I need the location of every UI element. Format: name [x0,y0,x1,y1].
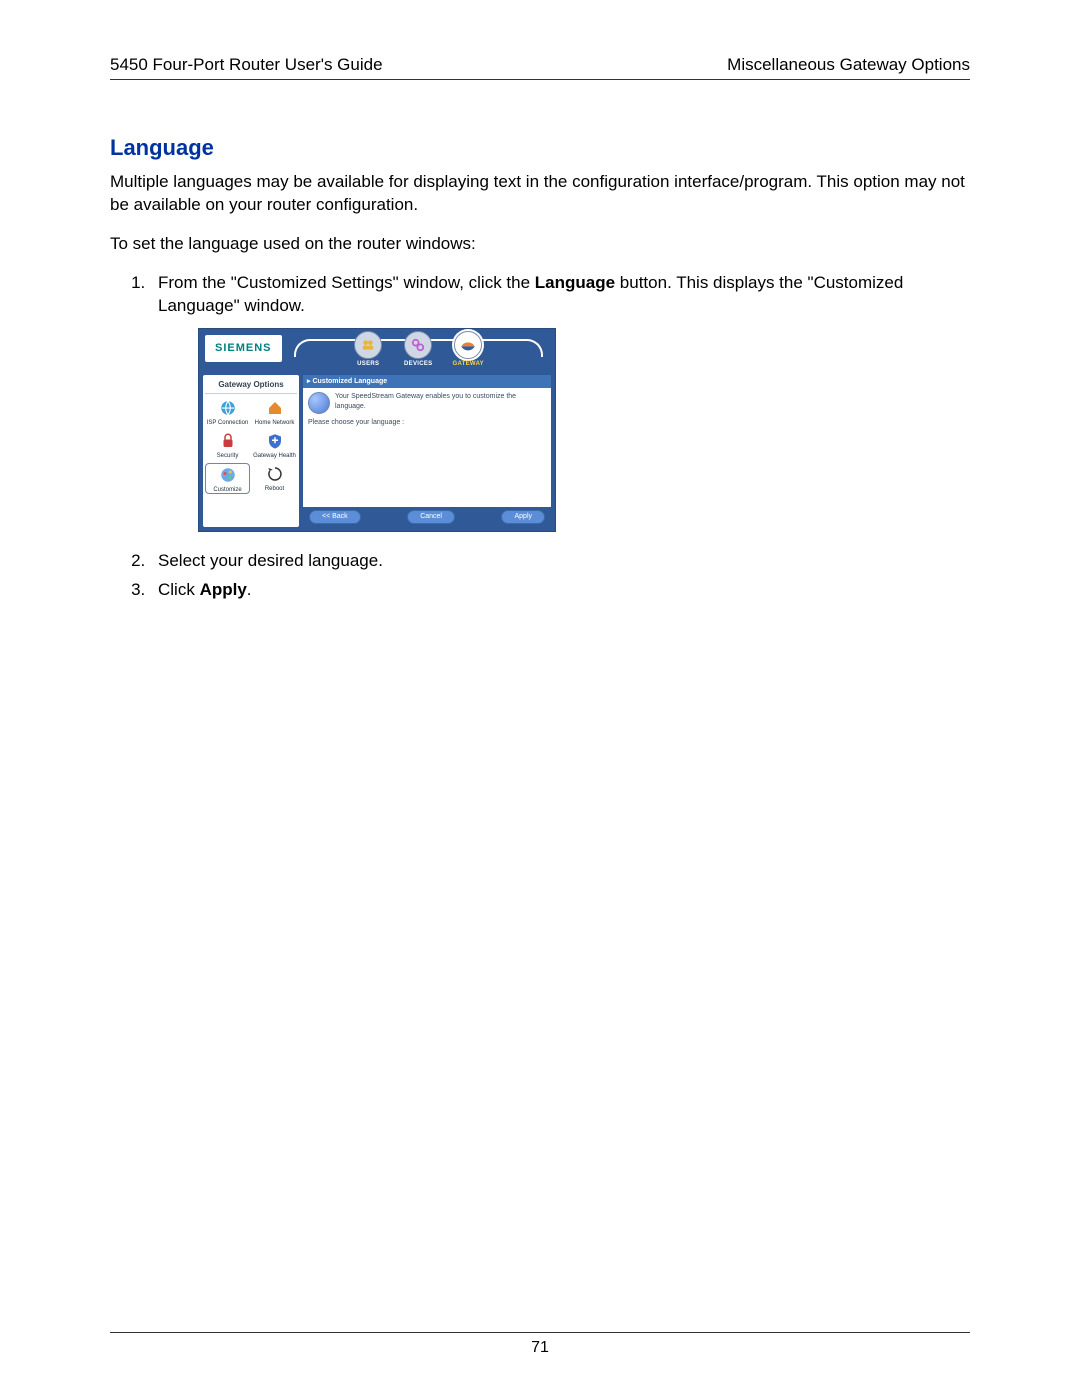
brand-logo: SIEMENS [205,335,282,362]
sidebar-item-customize[interactable]: Customize [205,463,250,495]
steps-list: From the "Customized Settings" window, c… [110,272,970,602]
intro-paragraph-2: To set the language used on the router w… [110,233,970,256]
top-nav: USERS DEVICES [282,331,555,368]
intro-paragraph-1: Multiple languages may be available for … [110,171,970,217]
isp-icon [217,397,239,419]
gateway-options-sidebar: Gateway Options ISP Connection Home Netw… [203,375,299,527]
back-button[interactable]: << Back [309,510,361,523]
tab-users[interactable]: USERS [346,331,390,368]
reboot-icon [264,463,286,485]
cancel-button[interactable]: Cancel [407,510,455,523]
header-right: Miscellaneous Gateway Options [727,55,970,75]
sidebar-item-health[interactable]: Gateway Health [252,430,297,460]
page-header: 5450 Four-Port Router User's Guide Misce… [110,55,970,80]
devices-icon [404,331,432,359]
page-number: 71 [531,1339,549,1356]
gateway-health-icon [264,430,286,452]
step-2: Select your desired language. [150,550,970,573]
sidebar-title: Gateway Options [205,378,297,395]
sidebar-item-home[interactable]: Home Network [252,397,297,427]
panel-intro-text: Your SpeedStream Gateway enables you to … [335,392,546,411]
panel-prompt: Please choose your language : [308,418,546,427]
step-3: Click Apply. [150,579,970,602]
tab-gateway[interactable]: GATEWAY [446,331,490,368]
sidebar-item-isp[interactable]: ISP Connection [205,397,250,427]
security-icon [217,430,239,452]
ui-screenshot: SIEMENS USERS [198,328,556,532]
content-panel: ▸ Customized Language Your SpeedStream G… [303,375,551,527]
sidebar-item-security[interactable]: Security [205,430,250,460]
users-icon [354,331,382,359]
gateway-icon [454,331,482,359]
panel-footer: << Back Cancel Apply [303,507,551,526]
home-network-icon [264,397,286,419]
figure-customized-language: SIEMENS USERS [198,328,970,532]
section-title: Language [110,135,970,161]
step-1: From the "Customized Settings" window, c… [150,272,970,532]
language-globe-icon [308,392,330,414]
customize-icon [217,464,239,486]
tab-devices[interactable]: DEVICES [396,331,440,368]
panel-title: ▸ Customized Language [303,375,551,388]
page-footer: 71 [110,1332,970,1357]
sidebar-item-reboot[interactable]: Reboot [252,463,297,495]
header-left: 5450 Four-Port Router User's Guide [110,55,383,75]
apply-button[interactable]: Apply [501,510,545,523]
